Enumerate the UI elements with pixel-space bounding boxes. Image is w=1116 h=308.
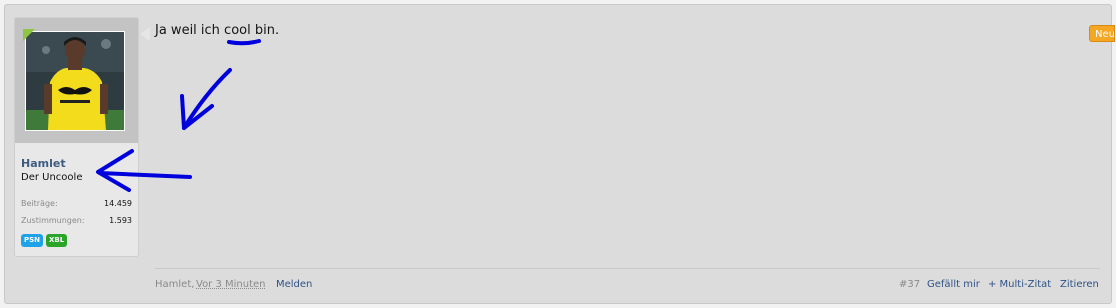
stat-label-likes: Zustimmungen: — [21, 216, 85, 225]
psn-badge[interactable]: PSN — [21, 234, 44, 247]
user-info-sidebar: Hamlet Der Uncoole Beiträge: 14.459 Zust… — [14, 17, 139, 257]
like-link[interactable]: Gefällt mir — [927, 279, 980, 290]
xbl-badge[interactable]: XBL — [46, 234, 68, 247]
avatar-frame — [15, 18, 138, 143]
new-post-badge: Neu — [1089, 25, 1115, 42]
footer-author[interactable]: Hamlet, — [155, 279, 194, 290]
stat-label-posts: Beiträge: — [21, 199, 58, 208]
multiquote-link[interactable]: + Multi-Zitat — [988, 279, 1051, 290]
message-bubble-arrow — [140, 27, 150, 41]
post-number-link[interactable]: #37 — [899, 279, 920, 290]
username-link[interactable]: Hamlet — [21, 157, 66, 170]
stat-value-likes: 1.593 — [109, 216, 132, 225]
avatar-image — [26, 32, 124, 130]
footer-divider — [155, 268, 1100, 269]
report-link[interactable]: Melden — [276, 279, 312, 290]
avatar[interactable] — [25, 31, 125, 131]
footer-timestamp[interactable]: Vor 3 Minuten — [196, 279, 266, 290]
post-message: Ja weil ich cool bin. — [155, 23, 280, 38]
stat-value-posts: 14.459 — [104, 199, 132, 208]
online-indicator-icon — [23, 29, 35, 41]
user-title: Der Uncoole — [21, 172, 83, 183]
quote-link[interactable]: Zitieren — [1060, 279, 1099, 290]
post-container — [4, 4, 1112, 304]
